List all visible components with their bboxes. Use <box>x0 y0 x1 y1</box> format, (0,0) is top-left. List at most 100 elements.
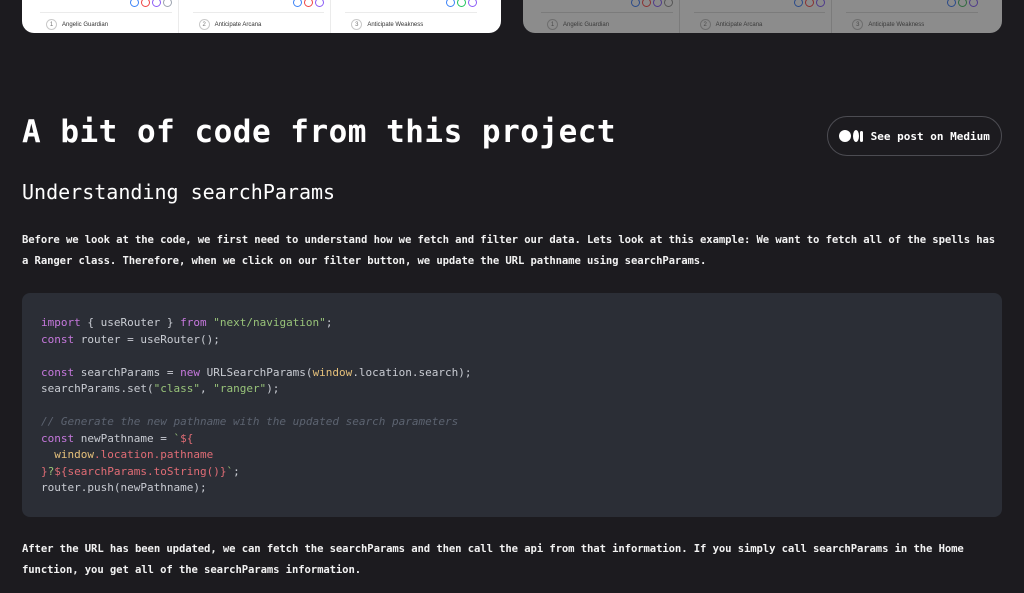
spell-name: Anticipate Weakness <box>367 21 424 28</box>
class-badge-icon <box>129 0 139 7</box>
preview-card-column: 2 Anticipate Arcana <box>693 0 833 33</box>
code-line: import { useRouter } from "next/navigati… <box>41 315 983 332</box>
preview-card-columns: 1 Angelic Guardian 2 Anticipate Arcana 3… <box>541 0 984 33</box>
class-badge-icon <box>652 0 662 7</box>
spell-list-item[interactable]: 1 Angelic Guardian <box>547 19 609 30</box>
code-token: .location.search); <box>352 365 472 379</box>
class-badge-icon <box>663 0 673 7</box>
spell-list-item[interactable]: 3 Anticipate Weakness <box>852 19 924 30</box>
code-token: const <box>41 431 75 445</box>
spell-number: 2 <box>198 19 210 30</box>
project-preview-card[interactable]: 1 Angelic Guardian 2 Anticipate Arcana 3… <box>22 0 501 33</box>
code-line: const searchParams = new URLSearchParams… <box>41 365 983 382</box>
spell-list-item[interactable]: 2 Anticipate Arcana <box>198 19 262 30</box>
class-badge-icon <box>630 0 640 7</box>
class-badge-icon <box>162 0 172 7</box>
class-badge-icon <box>140 0 150 7</box>
code-token: .location.pathname <box>94 448 214 461</box>
code-token: URLSearchParams( <box>199 365 313 379</box>
code-line: window.location.pathname <box>41 447 983 464</box>
divider <box>541 12 673 13</box>
class-badge-icon <box>468 0 478 7</box>
code-block[interactable]: import { useRouter } from "next/navigati… <box>22 293 1002 517</box>
class-badge-icon <box>293 0 303 7</box>
code-token: { useRouter } <box>80 316 181 329</box>
preview-card-column: 3 Anticipate Weakness <box>345 0 483 33</box>
code-token: router.push(newPathname); <box>41 481 207 494</box>
class-badge-icon <box>947 0 957 7</box>
class-badges <box>129 0 172 7</box>
class-badge-icon <box>151 0 161 7</box>
code-token: ); <box>266 382 280 395</box>
code-token: } <box>41 464 48 478</box>
code-line: searchParams.set("class", "ranger"); <box>41 381 983 398</box>
code-token: ${searchParams.toString()} <box>54 464 227 478</box>
code-token: "next/navigation" <box>213 316 326 329</box>
code-token: newPathname = <box>74 431 174 445</box>
code-token: import <box>41 316 81 329</box>
class-badge-icon <box>805 0 815 7</box>
code-token: const <box>41 332 75 346</box>
divider <box>846 12 979 13</box>
divider <box>40 12 172 13</box>
code-token: "ranger" <box>213 382 267 395</box>
code-token: ; <box>233 464 240 478</box>
spell-list-item[interactable]: 3 Anticipate Weakness <box>351 19 423 30</box>
code-token: from <box>180 316 207 329</box>
spell-number: 3 <box>852 19 864 30</box>
spell-number: 3 <box>351 19 363 30</box>
code-token: , <box>199 382 214 395</box>
preview-card-column: 1 Angelic Guardian <box>541 0 680 33</box>
code-line: // Generate the new pathname with the up… <box>41 414 983 431</box>
code-token: "class" <box>153 382 200 395</box>
code-token: searchParams.set( <box>41 382 154 395</box>
class-badges <box>293 0 325 7</box>
code-token: window <box>312 365 353 379</box>
code-token: router = useRouter(); <box>74 332 220 346</box>
code-token: ${ <box>180 431 194 445</box>
project-preview-card[interactable]: 1 Angelic Guardian 2 Anticipate Arcana 3… <box>523 0 1002 33</box>
divider <box>192 12 325 13</box>
preview-card-column: 1 Angelic Guardian <box>40 0 179 33</box>
class-badge-icon <box>446 0 456 7</box>
page: 1 Angelic Guardian 2 Anticipate Arcana 3… <box>0 0 1024 593</box>
section-subtitle: Understanding searchParams <box>22 180 336 204</box>
preview-card-column: 3 Anticipate Weakness <box>846 0 984 33</box>
spell-name: Angelic Guardian <box>62 21 109 28</box>
code-line: const newPathname = `${ <box>41 431 983 448</box>
divider <box>345 12 478 13</box>
class-badge-icon <box>304 0 314 7</box>
spell-number: 1 <box>547 19 558 30</box>
spell-name: Anticipate Weakness <box>868 21 925 28</box>
class-badge-icon <box>816 0 826 7</box>
code-line: const router = useRouter(); <box>41 332 983 349</box>
see-post-on-medium-button[interactable]: See post on Medium <box>827 116 1002 156</box>
class-badge-icon <box>457 0 467 7</box>
outro-paragraph: After the URL has been updated, we can f… <box>22 543 964 576</box>
code-line: }?${searchParams.toString()}`; <box>41 464 983 481</box>
code-line: router.push(newPathname); <box>41 480 983 497</box>
section-title: A bit of code from this project <box>22 114 617 150</box>
class-badges <box>630 0 673 7</box>
code-token: const <box>41 365 75 379</box>
medium-logo-icon <box>839 130 863 142</box>
class-badge-icon <box>794 0 804 7</box>
intro-paragraph: Before we look at the code, we first nee… <box>22 234 996 267</box>
code-token: new <box>180 365 200 379</box>
spell-list-item[interactable]: 1 Angelic Guardian <box>46 19 108 30</box>
spell-name: Anticipate Arcana <box>715 21 763 28</box>
spell-list-item[interactable]: 2 Anticipate Arcana <box>699 19 763 30</box>
spell-name: Anticipate Arcana <box>214 21 262 28</box>
preview-card-columns: 1 Angelic Guardian 2 Anticipate Arcana 3… <box>40 0 483 33</box>
class-badge-icon <box>969 0 979 7</box>
medium-button-label: See post on Medium <box>870 129 990 143</box>
preview-card-column: 2 Anticipate Arcana <box>192 0 332 33</box>
class-badges <box>446 0 478 7</box>
spell-number: 1 <box>46 19 57 30</box>
code-token: // Generate the new pathname with the up… <box>41 415 459 428</box>
spell-number: 2 <box>699 19 711 30</box>
code-token: ; <box>325 316 333 329</box>
class-badges <box>947 0 979 7</box>
